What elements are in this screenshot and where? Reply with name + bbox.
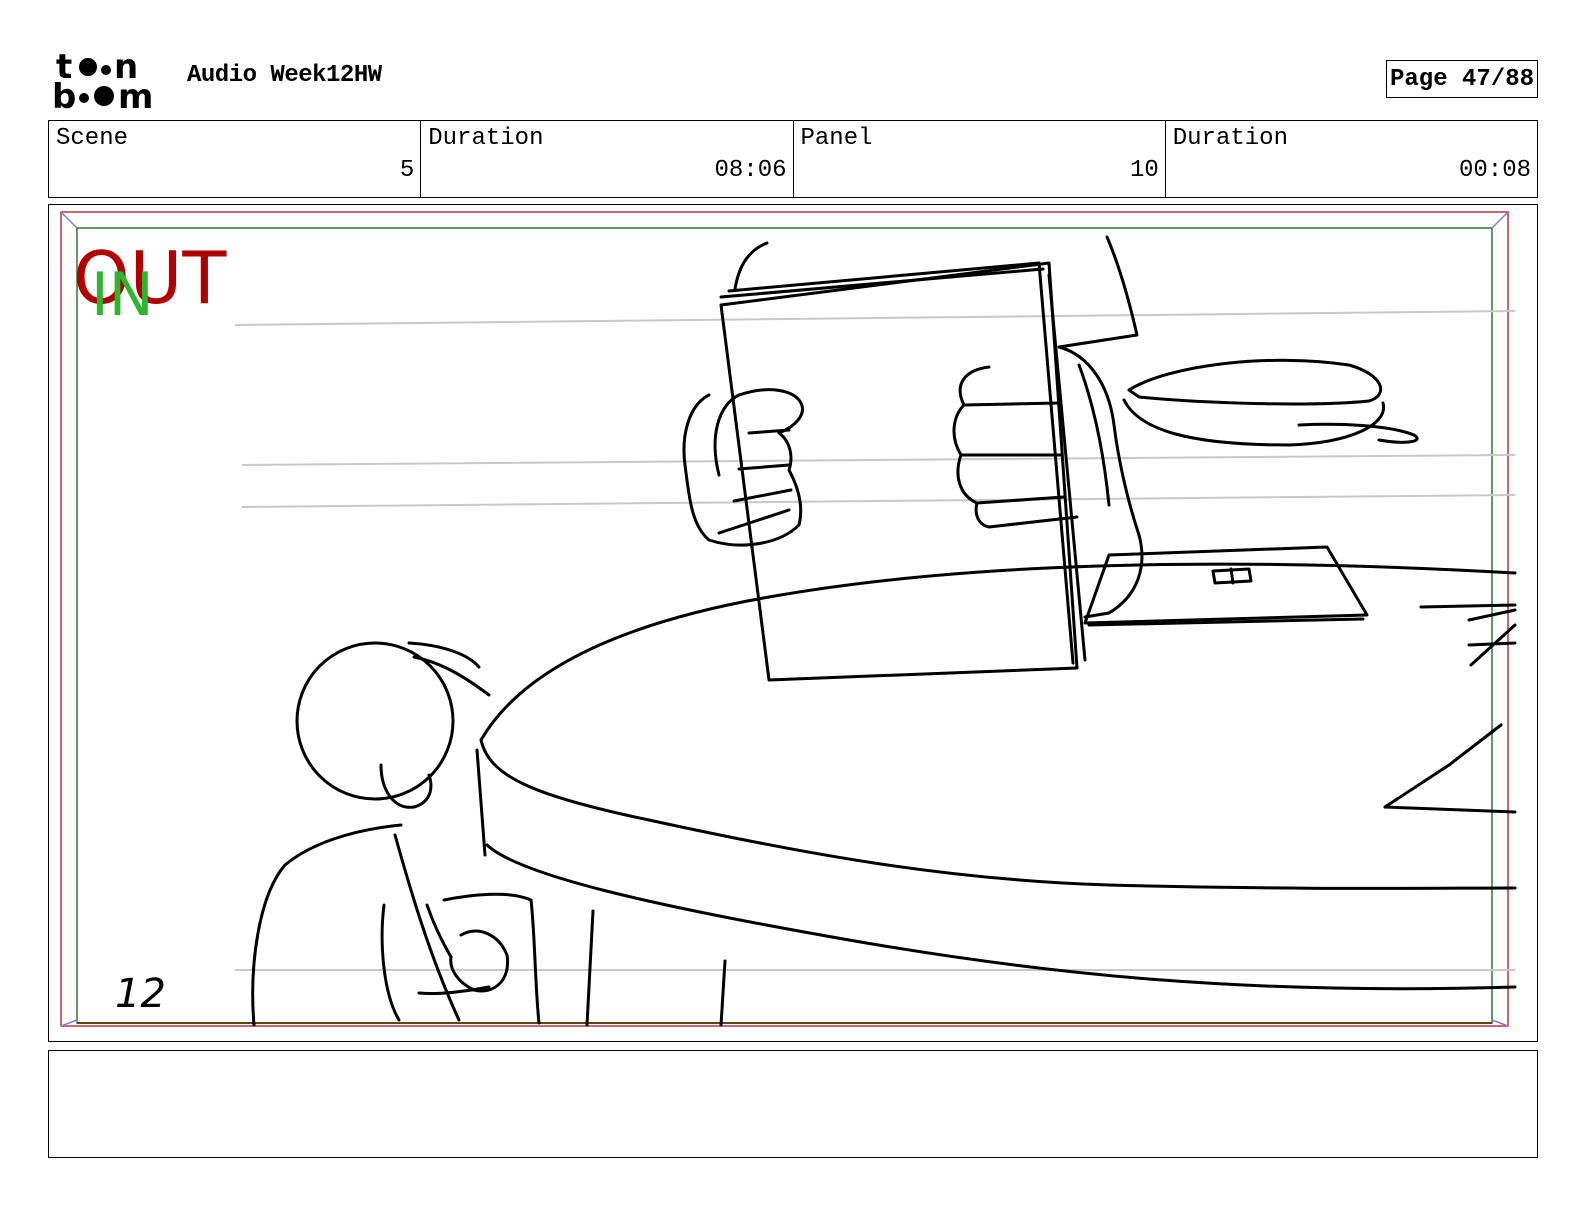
project-title: Audio Week12HW bbox=[187, 62, 382, 89]
panel-value: 10 bbox=[1129, 157, 1159, 184]
panel-label: Panel bbox=[800, 125, 873, 152]
page-indicator: Page 47/88 bbox=[1386, 60, 1538, 98]
scene-duration-value: 08:06 bbox=[714, 157, 787, 184]
scene-cell: Scene 5 bbox=[49, 121, 422, 197]
scene-label: Scene bbox=[56, 125, 129, 152]
panel-cell: Panel 10 bbox=[794, 121, 1166, 197]
inner-safe-frame bbox=[76, 227, 1493, 1024]
svg-text:b: b bbox=[52, 77, 76, 112]
laptop-sketch bbox=[1083, 545, 1369, 627]
outer-safe-frame bbox=[60, 211, 1509, 1027]
scene-value: 5 bbox=[399, 157, 415, 184]
toon-boom-logo: t n b m bbox=[52, 47, 164, 117]
panel-duration-cell: Duration 00:08 bbox=[1166, 121, 1537, 197]
background-guides bbox=[234, 310, 1516, 971]
storyboard-panel: OUT IN 12 bbox=[48, 204, 1538, 1042]
panel-info-table: Scene 5 Duration 08:06 Panel 10 Duration… bbox=[48, 120, 1538, 198]
table-sketch bbox=[475, 562, 1517, 1027]
panel-duration-label: Duration bbox=[1172, 125, 1288, 152]
character-sketch bbox=[251, 641, 541, 1027]
sketch-number: 12 bbox=[115, 971, 166, 1017]
left-hand-sketch bbox=[682, 388, 804, 547]
in-marker: IN bbox=[91, 260, 154, 330]
panel-sketch: OUT IN 12 bbox=[60, 211, 1517, 1027]
corner-markers bbox=[60, 211, 1509, 1027]
panel-duration-value: 00:08 bbox=[1458, 157, 1531, 184]
plate-sketch bbox=[1122, 358, 1419, 447]
scene-duration-cell: Duration 08:06 bbox=[421, 121, 794, 197]
right-hand-sketch bbox=[952, 345, 1144, 619]
panel-notes[interactable] bbox=[48, 1050, 1538, 1158]
svg-text:m: m bbox=[118, 77, 153, 112]
scene-duration-label: Duration bbox=[428, 125, 544, 152]
